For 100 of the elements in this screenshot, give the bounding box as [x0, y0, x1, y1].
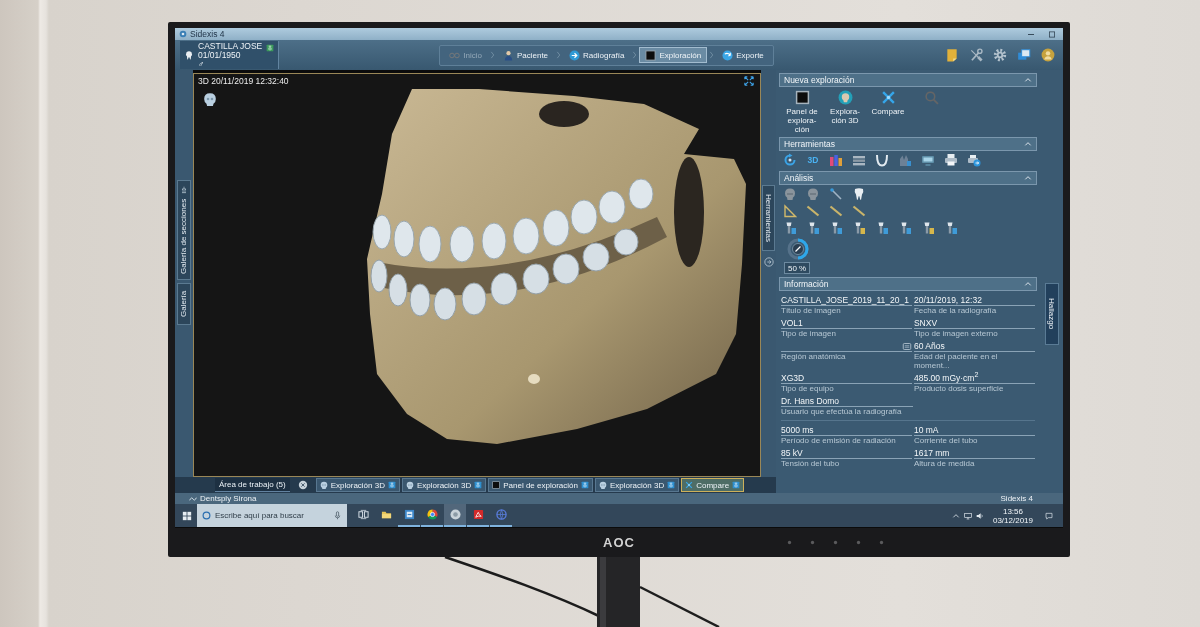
- monitor-button-icon[interactable]: [878, 540, 884, 546]
- monitor-button-icon[interactable]: [855, 540, 861, 546]
- start-icon[interactable]: [182, 510, 192, 521]
- field-value: 85 kV: [781, 448, 803, 458]
- brand-logo: AOC: [603, 535, 635, 551]
- speaker-icon[interactable]: [975, 511, 984, 520]
- workspace-tab[interactable]: Compare: [681, 478, 745, 492]
- taskbar-app[interactable]: [444, 504, 466, 527]
- chevron-up-icon[interactable]: [951, 511, 960, 520]
- pin-icon[interactable]: [580, 481, 589, 489]
- pin-icon[interactable]: [266, 44, 275, 52]
- field-value: SNXV: [913, 318, 938, 328]
- gear-icon[interactable]: [993, 48, 1007, 62]
- pin-icon[interactable]: [387, 481, 396, 489]
- launcher-button[interactable]: Explora-ción 3D: [825, 90, 865, 135]
- task-view-icon: [357, 509, 369, 520]
- microphone-icon[interactable]: [333, 511, 342, 520]
- monitor-button-icon[interactable]: [786, 540, 792, 546]
- export-icon: [722, 49, 734, 61]
- ruler-icon[interactable]: [852, 203, 866, 218]
- pin-icon[interactable]: [667, 481, 676, 489]
- pin-icon[interactable]: [180, 186, 188, 195]
- ruler-icon[interactable]: [806, 203, 820, 218]
- workflow-step[interactable]: Paciente: [496, 47, 555, 63]
- panel-icon: [492, 481, 501, 489]
- chevron-right-icon: [709, 49, 715, 61]
- product-name: Sidexis 4: [1000, 494, 1033, 503]
- workspace-label[interactable]: Área de trabajo (5): [215, 478, 290, 492]
- side-tab[interactable]: Hallazgo: [1044, 283, 1059, 345]
- tools-icon[interactable]: [969, 48, 983, 62]
- printer-icon[interactable]: [944, 153, 958, 167]
- note-icon[interactable]: [945, 48, 959, 62]
- window-icon[interactable]: [1017, 48, 1031, 62]
- section-header[interactable]: Herramientas: [779, 137, 1037, 151]
- field-label: Usuario que efectúa la radiografía: [781, 407, 903, 416]
- rotary-dial[interactable]: [786, 237, 810, 261]
- needle-icon[interactable]: [829, 186, 843, 201]
- ruler-icon[interactable]: [829, 203, 843, 218]
- search-bar[interactable]: Escribe aquí para buscar: [197, 504, 347, 527]
- field-value: 20/11/2019, 12:32: [913, 295, 982, 305]
- wheel-icon: [426, 509, 438, 520]
- patient-sex: ♂: [198, 59, 206, 69]
- workspace-tab[interactable]: Exploración 3D: [315, 478, 400, 492]
- maximize-icon[interactable]: [1047, 29, 1057, 39]
- skull-icon: [319, 481, 328, 489]
- launcher-button[interactable]: Panel de explora-ción: [782, 90, 822, 135]
- message-icon[interactable]: [1045, 511, 1053, 520]
- patient-card[interactable]: CASTILLA JOSE 01/01/1950 ♂: [180, 41, 280, 69]
- pin-icon[interactable]: [732, 481, 741, 489]
- section-header[interactable]: Análisis: [779, 171, 1037, 185]
- section-header[interactable]: Nueva exploración: [779, 73, 1037, 87]
- monitor-icon[interactable]: [921, 153, 935, 167]
- clock-date: 03/12/2019: [992, 515, 1033, 525]
- chevron-right-icon: [489, 49, 495, 61]
- expand-icon[interactable]: [744, 75, 754, 86]
- printer-arrow-icon[interactable]: [967, 153, 981, 167]
- field-label: Tipo de imagen: [781, 329, 837, 338]
- side-tab[interactable]: Galería: [177, 283, 191, 325]
- arch-icon[interactable]: [875, 153, 889, 167]
- side-tab[interactable]: Herramientas: [762, 185, 775, 251]
- layers-icon[interactable]: [852, 153, 866, 167]
- circle-arrow-icon[interactable]: [763, 257, 774, 267]
- section-header[interactable]: Información: [779, 277, 1037, 291]
- workspace-tab[interactable]: Panel de exploración: [488, 478, 593, 492]
- monitor-button-icon[interactable]: [832, 540, 838, 546]
- vendor-logo-text: Dentsply Sirona: [200, 494, 257, 503]
- field-value: CASTILLA_JOSE_2019_11_20_1: [781, 295, 909, 305]
- card-icon[interactable]: [901, 341, 912, 351]
- tooth-icon[interactable]: [852, 186, 866, 201]
- arrow-disc-icon: [569, 49, 581, 61]
- user-icon[interactable]: [1041, 48, 1055, 62]
- pin-icon[interactable]: [474, 481, 483, 489]
- close-icon[interactable]: [297, 480, 308, 490]
- image-viewer[interactable]: 3D 20/11/2019 12:32:40: [193, 73, 761, 477]
- field-label: Período de emisión de radiación: [781, 436, 897, 445]
- workspace-tab[interactable]: Exploración 3D: [594, 478, 680, 492]
- workflow-step[interactable]: Exporte: [716, 47, 770, 63]
- folder-icon: [380, 509, 392, 520]
- window-title: Sidexis 4: [190, 28, 225, 40]
- field-value: 485.00 mGy·cm$^{2}$: [913, 373, 979, 383]
- side-tab[interactable]: Galería de secciones: [177, 180, 191, 280]
- skull-icon[interactable]: [203, 91, 217, 107]
- monitor-button-icon[interactable]: [809, 540, 815, 546]
- bars-icon[interactable]: [829, 153, 843, 167]
- computer-icon[interactable]: [963, 511, 972, 520]
- launcher-button[interactable]: Compare: [868, 90, 908, 135]
- field-label: Altura de medida: [913, 459, 976, 468]
- field-value: 1617 mm: [913, 448, 950, 458]
- window-icon: [403, 509, 415, 520]
- workspace-tab[interactable]: Exploración 3D: [401, 478, 487, 492]
- rotate-icon[interactable]: [783, 153, 797, 167]
- globe-icon: [495, 509, 507, 520]
- panel-icon: [645, 49, 657, 61]
- patient-name: CASTILLA JOSE: [198, 41, 263, 51]
- skull-icon: [837, 90, 853, 105]
- tooth-icon: [184, 49, 194, 61]
- dial-reading: 50 %: [784, 262, 811, 274]
- field-label: Tipo de imagen externo: [913, 329, 999, 338]
- workflow-step[interactable]: Radiografía: [563, 47, 631, 63]
- search-input[interactable]: Escribe aquí para buscar: [215, 508, 329, 523]
